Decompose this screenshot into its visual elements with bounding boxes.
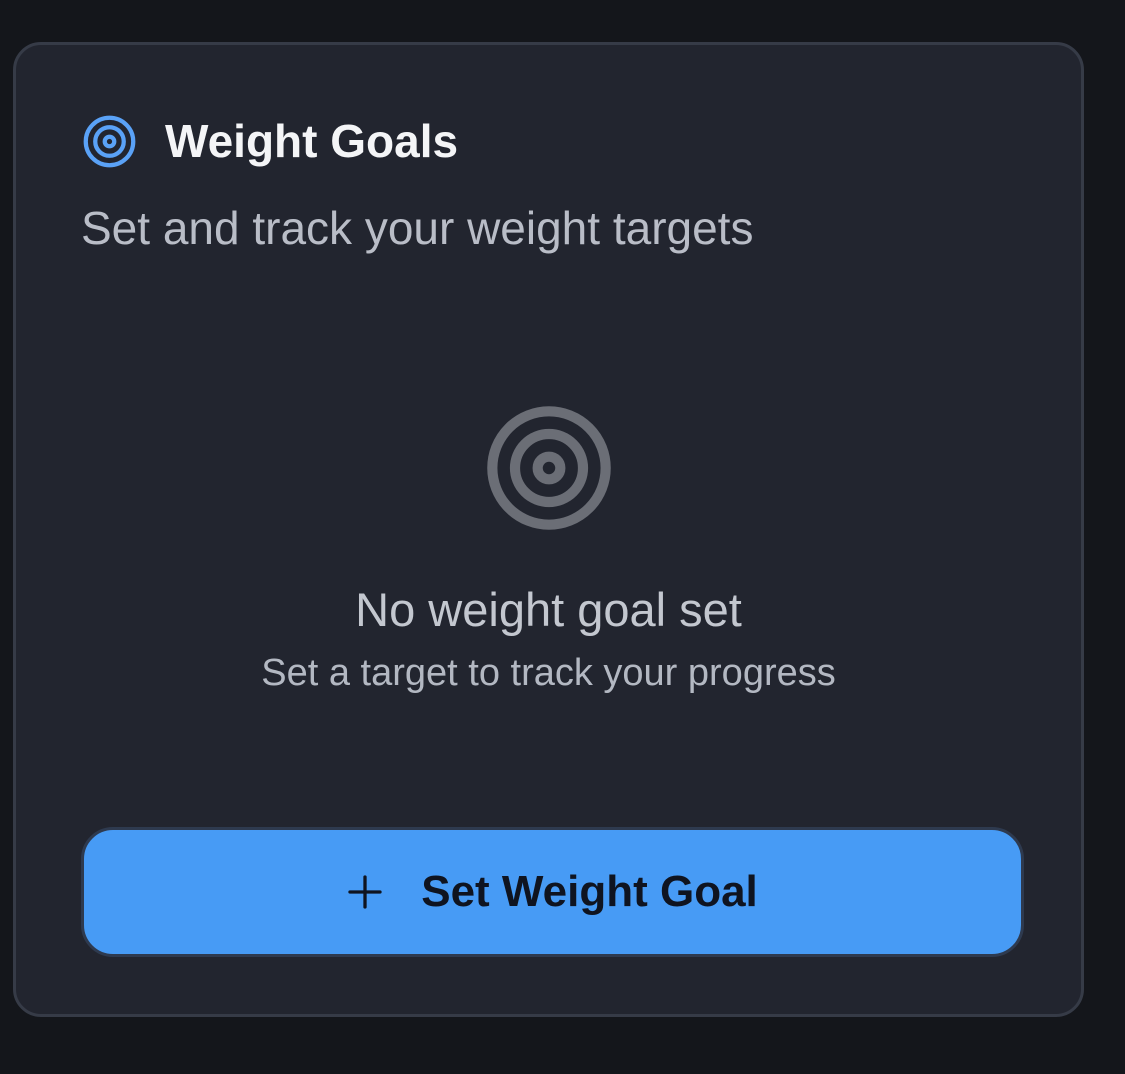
set-weight-goal-label: Set Weight Goal (421, 867, 758, 916)
card-header: Weight Goals (81, 112, 458, 170)
empty-state-title: No weight goal set (355, 583, 742, 636)
plus-icon (348, 875, 382, 909)
empty-state-description: Set a target to track your progress (261, 652, 836, 694)
card-subtitle: Set and track your weight targets (81, 202, 754, 254)
target-icon (486, 406, 611, 530)
weight-goals-card: Weight Goals Set and track your weight t… (13, 42, 1084, 1017)
empty-state: No weight goal set Set a target to track… (16, 400, 1081, 695)
card-title: Weight Goals (165, 115, 459, 167)
target-icon (83, 115, 136, 167)
set-weight-goal-button[interactable]: Set Weight Goal (81, 827, 1024, 957)
